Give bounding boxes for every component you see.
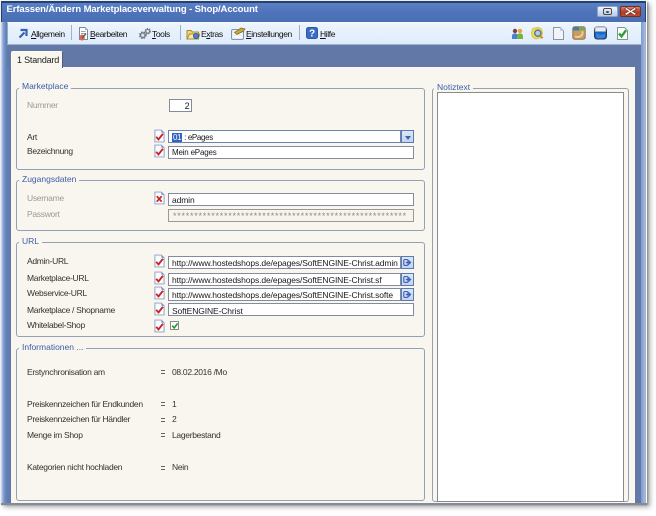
svg-text:?: ? — [309, 29, 315, 40]
